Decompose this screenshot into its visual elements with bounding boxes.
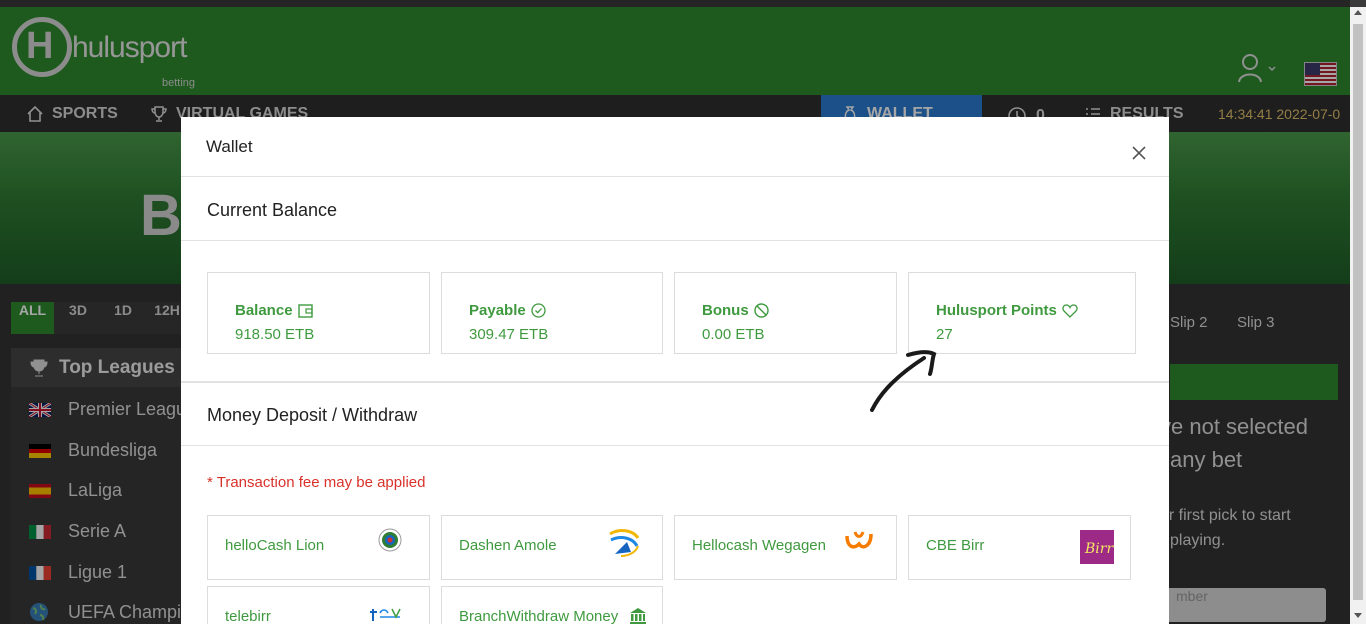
points-value: 27 <box>936 326 953 343</box>
wegagen-logo-icon <box>845 531 873 549</box>
cbe-birr-logo-icon: Birr <box>1080 530 1114 564</box>
telebirr-logo-icon <box>370 608 401 621</box>
page-scrollbar[interactable] <box>1350 7 1366 624</box>
annotation-arrow-icon <box>870 350 937 412</box>
method-branch-withdraw[interactable]: BranchWithdraw Money <box>441 586 663 624</box>
transaction-fee-note: * Transaction fee may be applied <box>207 474 426 491</box>
dashen-logo-icon <box>609 529 640 557</box>
bonus-label: Bonus <box>702 302 749 319</box>
method-name: Dashen Amole <box>459 537 557 554</box>
method-cbe-birr[interactable]: CBE Birr Birr <box>908 515 1131 580</box>
balance-label-row: Balance <box>235 302 313 319</box>
method-dashen-amole[interactable]: Dashen Amole <box>441 515 663 580</box>
method-hellocash-wegagen[interactable]: Hellocash Wegagen <box>674 515 897 580</box>
points-label-row: Hulusport Points <box>936 302 1078 319</box>
close-icon[interactable] <box>1129 143 1149 163</box>
wallet-modal: Wallet Current Balance Balance 918.50 ET… <box>181 117 1169 624</box>
divider <box>181 381 1169 383</box>
divider <box>181 445 1169 446</box>
scroll-down-arrow-icon[interactable] <box>1354 613 1362 618</box>
points-label: Hulusport Points <box>936 302 1057 319</box>
method-name: CBE Birr <box>926 537 985 554</box>
ban-icon <box>753 303 769 318</box>
divider <box>181 176 1169 177</box>
divider <box>181 240 1169 241</box>
method-name: telebirr <box>225 608 271 624</box>
bonus-label-row: Bonus <box>702 302 769 319</box>
svg-text:Birr: Birr <box>1084 541 1114 557</box>
check-circle-icon <box>531 303 546 318</box>
balance-card: Balance 918.50 ETB <box>207 272 430 354</box>
payable-card: Payable 309.47 ETB <box>441 272 663 354</box>
lion-bank-logo-icon <box>378 528 402 552</box>
current-balance-title: Current Balance <box>207 200 338 220</box>
balance-value: 918.50 ETB <box>235 326 315 343</box>
payable-value: 309.47 ETB <box>469 326 549 343</box>
method-name: helloCash Lion <box>225 537 325 554</box>
scroll-thumb[interactable] <box>1353 24 1363 600</box>
wallet-icon <box>297 303 313 318</box>
method-name: Hellocash Wegagen <box>692 537 826 554</box>
balance-label: Balance <box>235 302 293 319</box>
payable-label-row: Payable <box>469 302 546 319</box>
bank-icon <box>630 608 646 624</box>
payable-label: Payable <box>469 302 526 319</box>
method-name: BranchWithdraw Money <box>459 608 619 624</box>
bonus-card: Bonus 0.00 ETB <box>674 272 897 354</box>
bonus-value: 0.00 ETB <box>702 326 765 343</box>
modal-title: Wallet <box>206 137 253 156</box>
method-hellocash-lion[interactable]: helloCash Lion <box>207 515 430 580</box>
method-telebirr[interactable]: telebirr <box>207 586 430 624</box>
points-card: Hulusport Points 27 <box>908 272 1136 354</box>
heart-icon <box>1062 303 1078 318</box>
scroll-up-arrow-icon[interactable] <box>1354 10 1362 15</box>
deposit-withdraw-title: Money Deposit / Withdraw <box>207 405 418 425</box>
